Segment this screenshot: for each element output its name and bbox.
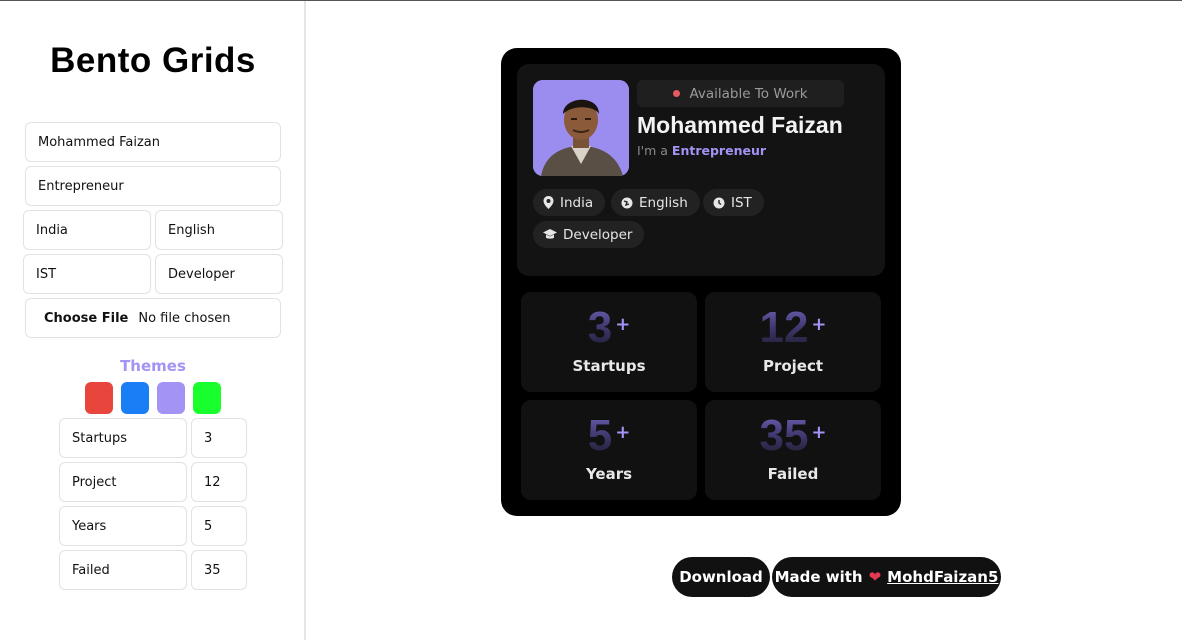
stat-label: Project	[762, 357, 824, 375]
tag-profession-label: Developer	[563, 226, 633, 243]
editor-sidebar: Bento Grids Choose File No file chosen T…	[0, 1, 306, 640]
country-input[interactable]	[23, 210, 151, 250]
made-with-button[interactable]: Made with ❤ MohdFaizan5	[772, 557, 1001, 597]
stat-label: Failed	[767, 465, 819, 483]
language-input[interactable]	[155, 210, 283, 250]
tag-language: English	[611, 189, 700, 216]
tag-timezone: IST	[703, 189, 764, 216]
tag-location-label: India	[560, 194, 594, 211]
stat-tile-years: 5 + Years	[521, 400, 697, 500]
stat-value-input-startups[interactable]	[191, 418, 247, 458]
tag-profession: Developer	[533, 221, 645, 248]
status-dot-icon	[673, 90, 681, 97]
stat-value: 5	[587, 411, 613, 460]
timezone-input[interactable]	[23, 254, 151, 294]
stat-tile-startups: 3 + Startups	[521, 292, 697, 392]
tag-timezone-label: IST	[731, 194, 752, 211]
download-button[interactable]: Download	[672, 557, 770, 597]
clock-icon	[713, 197, 725, 208]
theme-swatch-purple[interactable]	[157, 382, 185, 414]
avatar-file-input[interactable]: Choose File No file chosen	[25, 298, 281, 338]
stat-tile-failed: 35 + Failed	[705, 400, 881, 500]
role-prefix: I'm a	[637, 143, 668, 158]
stat-tile-project: 12 + Project	[705, 292, 881, 392]
profile-name: Mohammed Faizan	[637, 112, 843, 138]
name-input[interactable]	[25, 122, 281, 162]
location-pin-icon	[543, 196, 554, 209]
tag-language-label: English	[639, 194, 688, 211]
profile-role-line: I'm a Entrepreneur	[637, 143, 766, 158]
stat-label-input-project[interactable]	[59, 462, 187, 502]
made-with-label: Made with	[774, 568, 863, 586]
app-title: Bento Grids	[50, 41, 256, 80]
choose-file-button[interactable]: Choose File	[44, 311, 128, 326]
stat-value-input-project[interactable]	[191, 462, 247, 502]
stat-plus: +	[615, 422, 631, 443]
stat-value-input-failed[interactable]	[191, 550, 247, 590]
stat-label-input-failed[interactable]	[59, 550, 187, 590]
theme-swatch-blue[interactable]	[121, 382, 149, 414]
availability-badge: Available To Work	[637, 80, 844, 107]
availability-text: Available To Work	[689, 85, 808, 102]
theme-swatch-red[interactable]	[85, 382, 113, 414]
role-highlight: Entrepreneur	[671, 143, 767, 158]
stat-plus: +	[615, 314, 631, 335]
stat-plus: +	[811, 314, 827, 335]
heart-icon: ❤	[868, 568, 882, 586]
stat-label: Years	[585, 465, 633, 483]
graduation-cap-icon	[543, 229, 557, 239]
file-status-text: No file chosen	[138, 310, 231, 326]
theme-swatch-green[interactable]	[193, 382, 221, 414]
stat-value: 3	[587, 303, 613, 352]
stat-label-input-years[interactable]	[59, 506, 187, 546]
profile-panel: Available To Work Mohammed Faizan I'm a …	[517, 64, 885, 276]
author-link[interactable]: MohdFaizan5	[887, 568, 998, 586]
bento-card: Available To Work Mohammed Faizan I'm a …	[501, 48, 901, 516]
avatar	[533, 80, 629, 176]
stat-value-input-years[interactable]	[191, 506, 247, 546]
avatar-portrait-icon	[533, 80, 629, 176]
stat-plus: +	[811, 422, 827, 443]
tag-location: India	[533, 189, 606, 216]
profession-input[interactable]	[155, 254, 283, 294]
stat-value: 12	[759, 303, 809, 352]
globe-icon	[621, 197, 633, 208]
role-input[interactable]	[25, 166, 281, 206]
themes-label: Themes	[120, 357, 186, 375]
stat-label-input-startups[interactable]	[59, 418, 187, 458]
stat-label: Startups	[572, 357, 646, 375]
stat-value: 35	[759, 411, 809, 460]
